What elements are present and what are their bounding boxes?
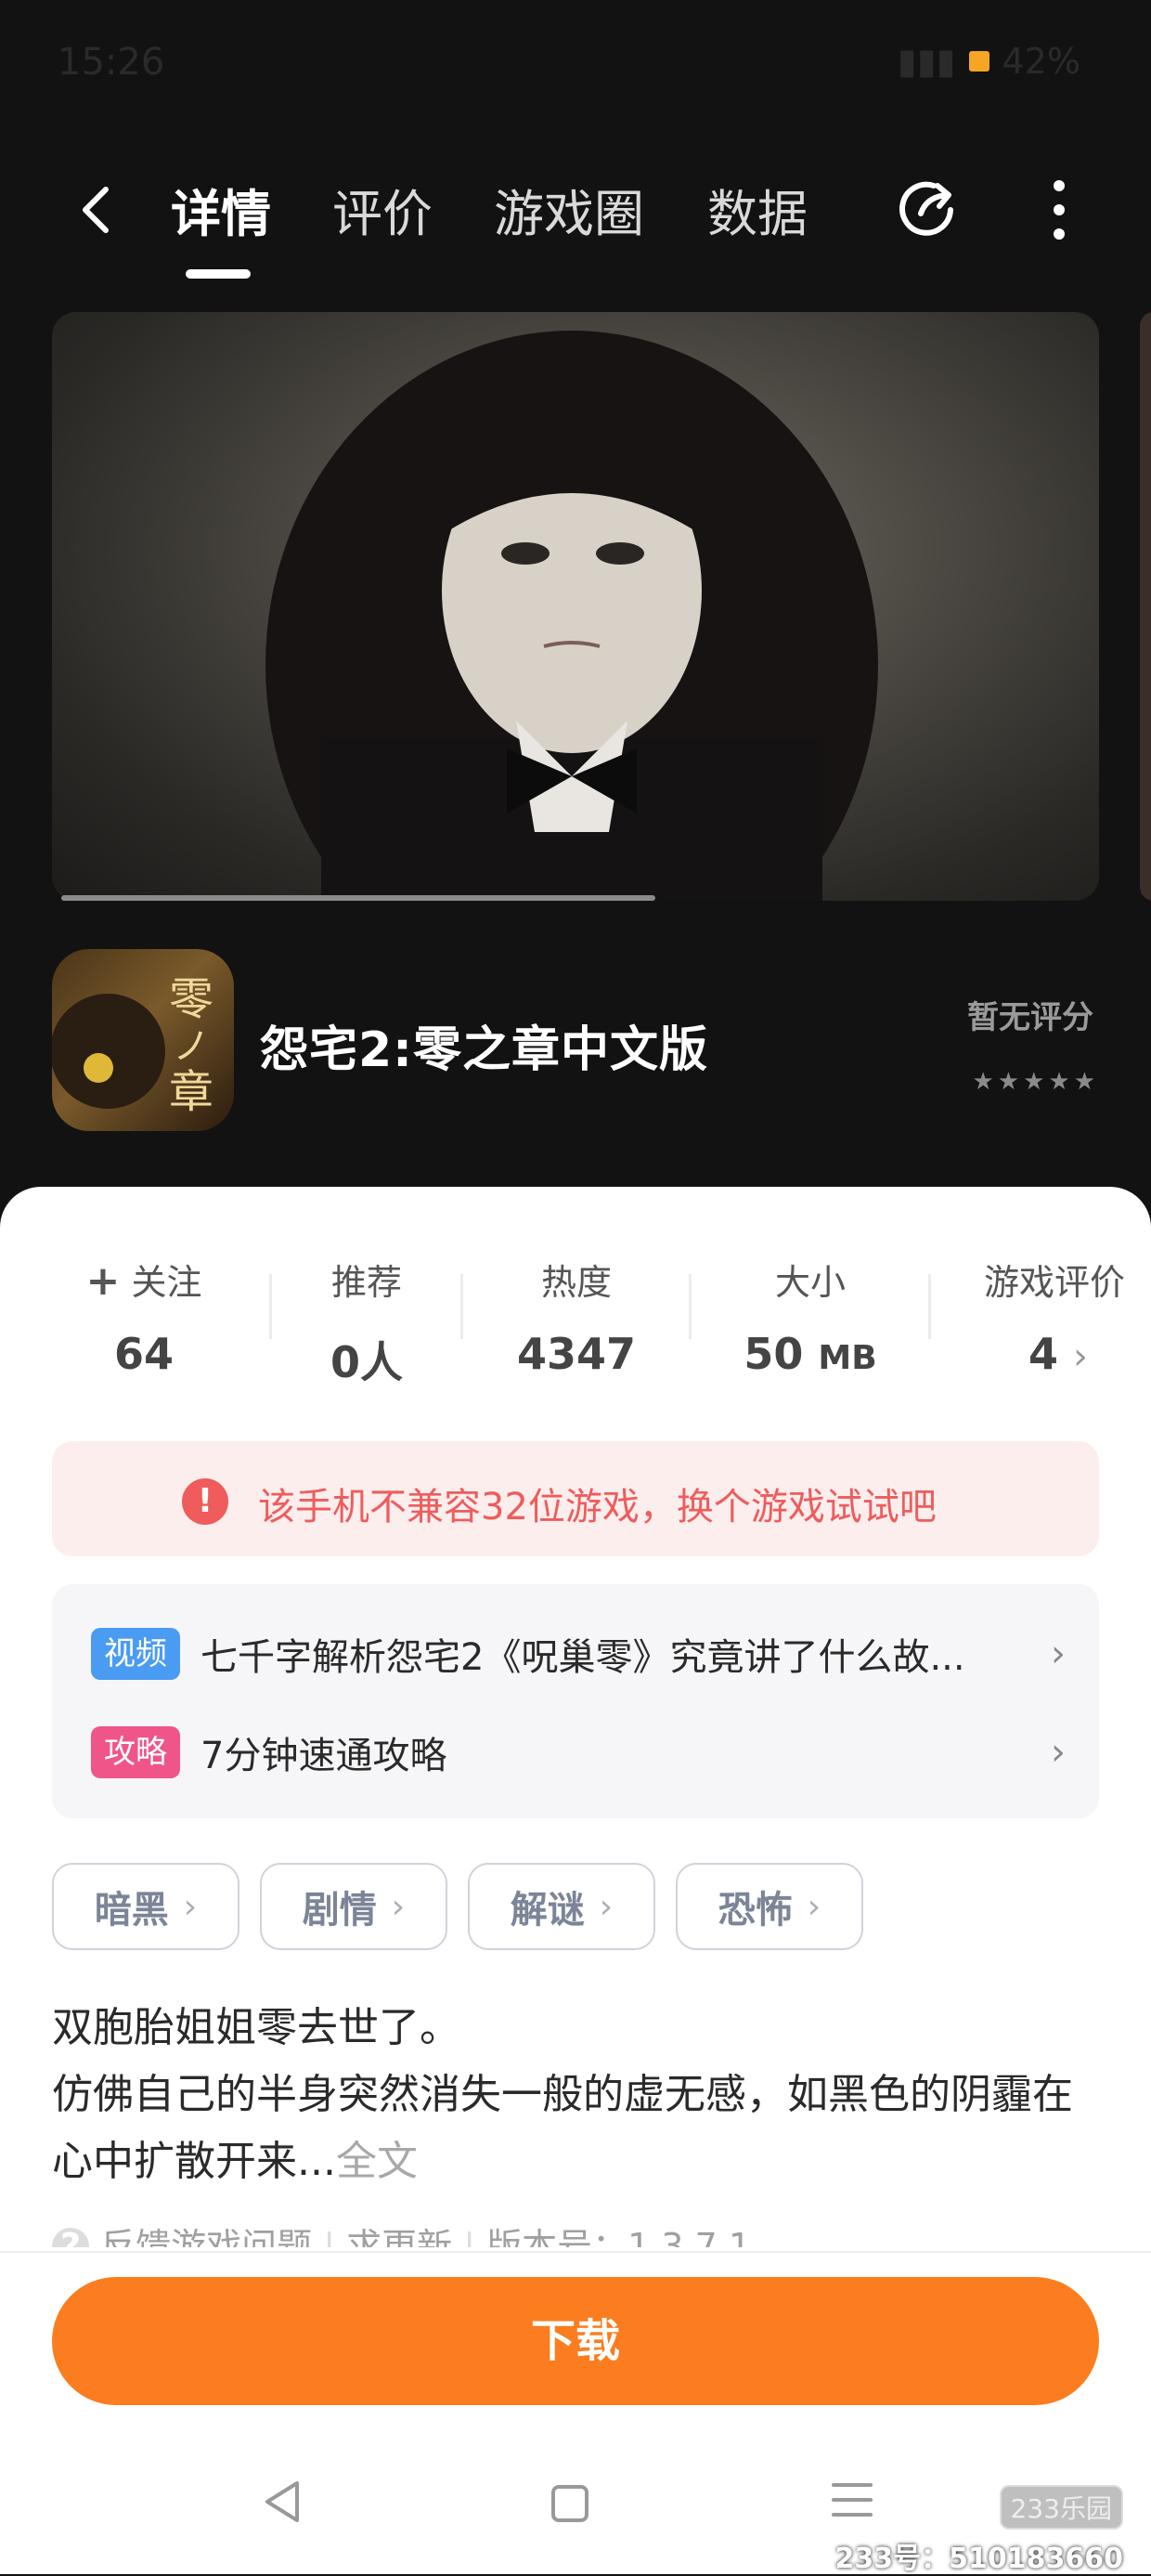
tag-puzzle[interactable]: 解谜 › bbox=[468, 1863, 655, 1950]
system-back-icon[interactable] bbox=[262, 2479, 303, 2524]
watermark-id: 233号：510183660 bbox=[834, 2543, 1124, 2575]
chevron-right-icon: › bbox=[1073, 1335, 1089, 1378]
game-icon-art: 零 ノ 章 bbox=[52, 973, 213, 1118]
tab-reviews[interactable]: 评价 bbox=[332, 173, 433, 246]
tag-label: 解谜 bbox=[510, 1889, 585, 1932]
download-button[interactable]: 下载 bbox=[52, 2277, 1099, 2405]
stat-size: 大小 50 MB bbox=[733, 1254, 887, 1379]
related-content-card bbox=[52, 1584, 1099, 1818]
guide-link-title: 7分钟速通攻略 bbox=[200, 1735, 447, 1777]
chevron-right-icon: › bbox=[391, 1887, 406, 1926]
chevron-right-icon: › bbox=[599, 1887, 614, 1926]
stat-divider bbox=[928, 1274, 931, 1339]
game-description: 双胞胎姐姐零去世了。 仿佛自己的半身突然消失一般的虚无感，如黑色的阴霾在心中扩散… bbox=[52, 1995, 1110, 2195]
video-link-title: 七千字解析怨宅2《呪巢零》究竟讲了什么故... bbox=[200, 1636, 965, 1679]
status-time: 15:26 bbox=[58, 41, 165, 84]
stat-recommend: 推荐 0人 bbox=[306, 1254, 427, 1390]
plus-icon: + bbox=[85, 1257, 121, 1305]
active-tab-indicator bbox=[186, 269, 251, 279]
stat-divider bbox=[460, 1274, 463, 1339]
tab-game-circle[interactable]: 游戏圈 bbox=[494, 173, 644, 246]
stat-recommend-value: 0人 bbox=[330, 1337, 403, 1387]
next-screenshot-peek[interactable] bbox=[1140, 312, 1151, 901]
more-options-icon[interactable] bbox=[1045, 176, 1073, 243]
watermark: 233乐园 233号：510183660 bbox=[834, 2485, 1124, 2576]
tag-label: 暗黑 bbox=[94, 1889, 169, 1932]
game-screenshot-banner[interactable] bbox=[52, 312, 1099, 901]
signal-icon: ▮▮▮ bbox=[897, 41, 956, 82]
chevron-right-icon: › bbox=[1051, 1731, 1066, 1774]
tag-dark[interactable]: 暗黑 › bbox=[52, 1863, 239, 1950]
tag-label: 恐怖 bbox=[718, 1889, 793, 1932]
guide-badge: 攻略 bbox=[91, 1726, 180, 1778]
alert-message: 该手机不兼容32位游戏，换个游戏试试吧 bbox=[258, 1486, 937, 1529]
back-icon[interactable] bbox=[71, 182, 126, 238]
tab-details[interactable]: 详情 bbox=[171, 173, 271, 246]
tag-story[interactable]: 剧情 › bbox=[260, 1863, 447, 1950]
stat-heat-label: 热度 bbox=[540, 1262, 612, 1303]
stat-follow-label: 关注 bbox=[131, 1262, 202, 1303]
stat-heat-value: 4347 bbox=[516, 1329, 637, 1379]
stat-size-value: 50 bbox=[744, 1329, 804, 1379]
battery-icon bbox=[968, 51, 989, 72]
banner-illustration bbox=[265, 331, 878, 901]
stat-follow-value: 64 bbox=[113, 1329, 174, 1379]
warning-icon: ! bbox=[182, 1478, 228, 1525]
stat-recommend-label: 推荐 bbox=[330, 1262, 402, 1303]
stat-divider bbox=[689, 1274, 692, 1339]
game-title: 怨宅2:零之章中文版 bbox=[260, 1022, 708, 1078]
stat-game-rating[interactable]: 游戏评价 4 › bbox=[984, 1254, 1151, 1379]
svg-text:零: 零 bbox=[169, 973, 213, 1025]
description-line: 双胞胎姐姐零去世了。 bbox=[52, 2004, 460, 2051]
system-home-icon[interactable] bbox=[551, 2485, 588, 2522]
rating-stars: ★★★★★ bbox=[972, 1068, 1099, 1096]
chevron-right-icon: › bbox=[1051, 1633, 1066, 1675]
battery-level: 42% bbox=[1002, 41, 1080, 82]
stat-follow[interactable]: + 关注 64 bbox=[76, 1254, 212, 1379]
svg-text:ノ: ノ bbox=[173, 1025, 210, 1068]
video-link-row[interactable]: 视频 七千字解析怨宅2《呪巢零》究竟讲了什么故... › bbox=[91, 1627, 1066, 1681]
chevron-right-icon: › bbox=[183, 1887, 198, 1926]
stat-size-unit: MB bbox=[818, 1339, 877, 1377]
stat-size-label: 大小 bbox=[774, 1262, 846, 1303]
tag-horror[interactable]: 恐怖 › bbox=[676, 1863, 863, 1950]
rating-status: 暂无评分 bbox=[967, 999, 1093, 1036]
chevron-right-icon: › bbox=[807, 1887, 821, 1926]
footer-divider bbox=[0, 2251, 1151, 2253]
watermark-logo: 233乐园 bbox=[999, 2485, 1123, 2530]
svg-text:章: 章 bbox=[169, 1066, 213, 1118]
stat-divider bbox=[269, 1274, 272, 1339]
status-indicators: ▮▮▮ 42% bbox=[898, 41, 1080, 82]
tag-label: 剧情 bbox=[302, 1889, 377, 1932]
game-icon: 零 ノ 章 bbox=[52, 949, 234, 1131]
video-badge: 视频 bbox=[91, 1628, 180, 1680]
read-more-link[interactable]: 全文 bbox=[336, 2138, 418, 2185]
stat-heat: 热度 4347 bbox=[498, 1254, 655, 1379]
guide-link-row[interactable]: 攻略 7分钟速通攻略 › bbox=[91, 1725, 1066, 1779]
stat-game-rating-value: 4 bbox=[1028, 1329, 1059, 1379]
share-icon[interactable] bbox=[893, 173, 963, 243]
tab-data[interactable]: 数据 bbox=[707, 173, 808, 246]
description-line: 仿佛自己的半身突然消失一般的虚无感，如黑色的阴霾在心中扩散开来... bbox=[52, 2071, 1073, 2185]
stat-game-rating-label: 游戏评价 bbox=[984, 1262, 1126, 1303]
banner-scroll-indicator bbox=[61, 895, 655, 901]
